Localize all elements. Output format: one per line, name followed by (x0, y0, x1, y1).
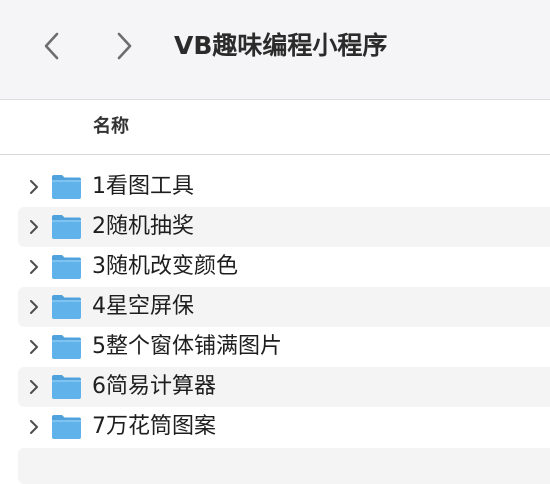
folder-name: 7万花筒图案 (92, 414, 216, 439)
toolbar: VB趣味编程小程序 (0, 0, 550, 100)
disclosure-triangle-icon[interactable] (26, 417, 42, 437)
list-item[interactable]: 5整个窗体铺满图片 (18, 327, 550, 367)
disclosure-triangle-icon[interactable] (26, 257, 42, 277)
folder-name: 6简易计算器 (92, 374, 216, 399)
folder-icon (51, 293, 82, 320)
folder-name: 3随机改变颜色 (92, 254, 238, 279)
list-item[interactable]: 2随机抽奖 (18, 207, 550, 247)
folder-icon (51, 413, 82, 440)
chevron-right-icon (117, 32, 132, 60)
list-item[interactable]: 3随机改变颜色 (18, 247, 550, 287)
folder-icon (51, 173, 82, 200)
list-item[interactable]: 1看图工具 (18, 167, 550, 207)
list-item[interactable]: 4星空屏保 (18, 287, 550, 327)
folder-name: 5整个窗体铺满图片 (92, 334, 282, 359)
empty-list-row (18, 448, 550, 484)
column-header-row: 名称 (0, 101, 550, 155)
disclosure-triangle-icon[interactable] (26, 377, 42, 397)
folder-icon (51, 253, 82, 280)
chevron-left-icon (44, 32, 59, 60)
list-item[interactable]: 6简易计算器 (18, 367, 550, 407)
finder-window: VB趣味编程小程序 名称 1看图工具 2随机抽奖 3随机改变颜色 4星空屏保 5… (0, 0, 550, 484)
back-button[interactable] (34, 28, 70, 64)
window-title: VB趣味编程小程序 (174, 31, 388, 60)
folder-name: 2随机抽奖 (92, 214, 194, 239)
folder-icon (51, 213, 82, 240)
disclosure-triangle-icon[interactable] (26, 337, 42, 357)
folder-name: 1看图工具 (92, 174, 194, 199)
disclosure-triangle-icon[interactable] (26, 177, 42, 197)
folder-icon (51, 373, 82, 400)
file-list: 1看图工具 2随机抽奖 3随机改变颜色 4星空屏保 5整个窗体铺满图片 6简易计… (18, 167, 550, 447)
disclosure-triangle-icon[interactable] (26, 297, 42, 317)
disclosure-triangle-icon[interactable] (26, 217, 42, 237)
name-column-header[interactable]: 名称 (93, 115, 129, 139)
list-item[interactable]: 7万花筒图案 (18, 407, 550, 447)
forward-button[interactable] (106, 28, 142, 64)
folder-name: 4星空屏保 (92, 294, 194, 319)
folder-icon (51, 333, 82, 360)
